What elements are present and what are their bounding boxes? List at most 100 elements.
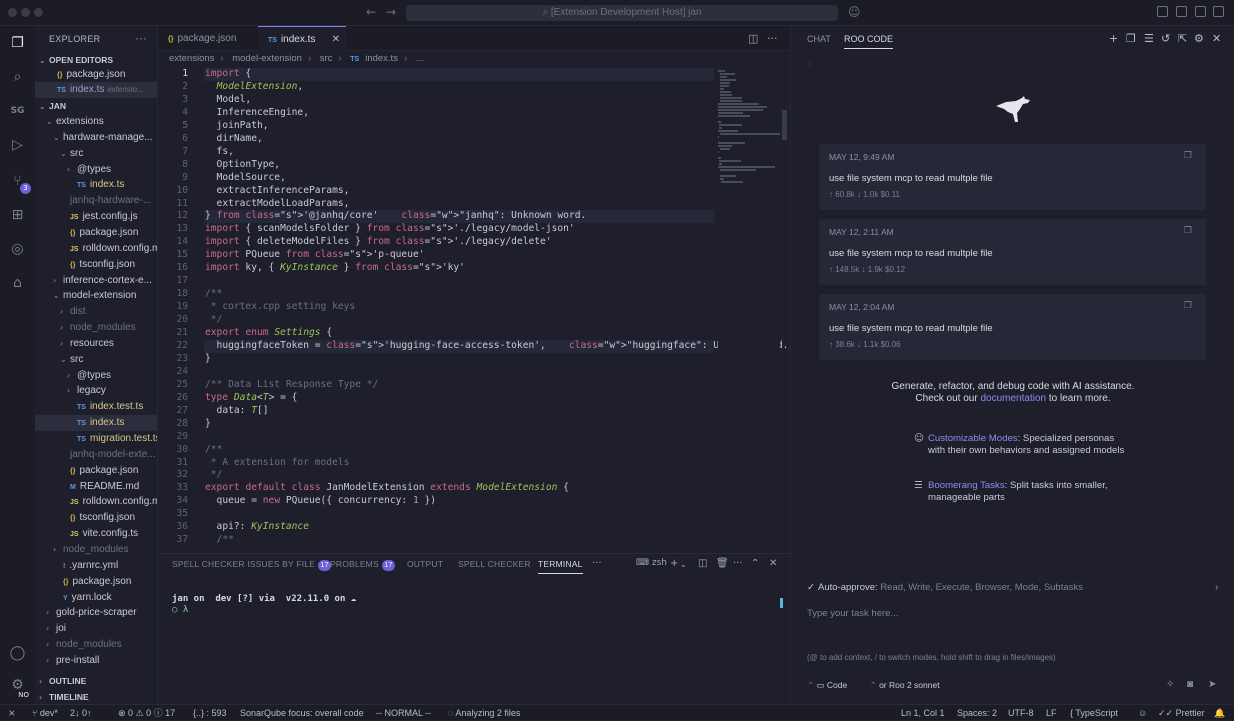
tree-item[interactable]: JSrolldown.config.mjs (35, 494, 157, 510)
code-line[interactable]: Model, (205, 94, 252, 105)
code-line[interactable]: huggingfaceToken = class="s">'hugging-fa… (205, 340, 789, 351)
outline-header[interactable]: › OUTLINE (35, 673, 157, 689)
tab-problems[interactable]: PROBLEMS 17 (330, 559, 395, 571)
indentation[interactable]: Spaces: 2 (957, 705, 997, 721)
auto-approve-row[interactable]: ✓ Auto-approve: Read, Write, Execute, Br… (807, 582, 1083, 593)
send-icon[interactable]: ➤ (1208, 679, 1216, 690)
mode-selector[interactable]: ⌃ ▭ Code (807, 680, 847, 690)
code-line[interactable]: data: T[] (205, 405, 269, 416)
settings-gear-icon[interactable]: ⚙ (1194, 32, 1204, 45)
model-selector[interactable]: ⌃ or Roo 2 sonnet (870, 680, 940, 690)
code-line[interactable]: import { (205, 68, 251, 79)
code-line[interactable]: ModelExtension, (205, 81, 304, 92)
open-in-editor-icon[interactable]: ⇱ (1178, 32, 1187, 45)
copy-icon[interactable]: ❐ (1184, 151, 1192, 161)
tab-output[interactable]: OUTPUT (407, 559, 443, 569)
tree-item[interactable]: › node_modules (35, 542, 157, 558)
tree-item[interactable]: TS index.ts (35, 415, 157, 432)
code-line[interactable]: joinPath, (205, 120, 269, 131)
chevron-down-icon[interactable]: ⌄ (680, 560, 687, 569)
tree-item[interactable]: TS migration.test.ts (35, 431, 157, 447)
tree-item[interactable]: {} tsconfig.json (35, 510, 157, 526)
breadcrumb-item[interactable]: ... (416, 53, 424, 64)
tree-item[interactable]: › node_modules (35, 637, 157, 653)
task-history-item[interactable]: MAY 12, 2:04 AM ❐ use file system mcp to… (819, 294, 1206, 360)
copilot-icon[interactable]: ☺ (848, 5, 861, 19)
code-line[interactable]: queue = new PQueue({ concurrency: 1 }) (205, 495, 437, 506)
copy-icon[interactable]: ❐ (1184, 301, 1192, 311)
notifications-bell-icon[interactable]: 🔔 (1214, 705, 1225, 721)
feature-link[interactable]: Boomerang Tasks (928, 480, 1005, 491)
documentation-link[interactable]: documentation (980, 393, 1046, 404)
tree-item[interactable]: › resources (35, 336, 157, 352)
close-icon[interactable]: ✕ (769, 558, 777, 569)
tree-item[interactable]: {} package.json (35, 225, 157, 241)
tree-item[interactable]: › @types (35, 368, 157, 384)
task-history-item[interactable]: MAY 12, 9:49 AM ❐ use file system mcp to… (819, 144, 1206, 210)
checkmark-icon[interactable]: ✓ (807, 582, 818, 593)
editor-scrollbar[interactable] (782, 110, 787, 140)
breadcrumb-item[interactable]: extensions (169, 53, 214, 64)
open-editor-item[interactable]: {} package.json (35, 67, 157, 83)
search-icon[interactable]: ⌕ (8, 68, 27, 87)
tab-roo-code[interactable]: ROO CODE (844, 34, 894, 49)
code-line[interactable]: /** Data List Response Type */ (205, 379, 378, 390)
more-actions-icon[interactable]: ··· (767, 32, 778, 45)
mcp-servers-icon[interactable]: ☰ (1144, 32, 1154, 45)
enhance-prompt-icon[interactable]: ✧ (1166, 679, 1174, 690)
camera-icon[interactable]: ◙ (1187, 679, 1193, 690)
tree-item[interactable]: › @types (35, 162, 157, 178)
source-control-icon[interactable]: ⑂ 3 (8, 172, 31, 194)
more-actions-icon[interactable]: ··· (592, 558, 602, 569)
code-line[interactable]: * cortex.cpp setting keys (205, 301, 355, 312)
toggle-secondary-sidebar-icon[interactable] (1213, 6, 1224, 17)
tree-item[interactable]: M README.md (35, 479, 157, 495)
task-input[interactable]: Type your task here... (801, 602, 1225, 680)
remote-icon[interactable]: ◎ (8, 240, 27, 259)
code-line[interactable]: OptionType, (205, 159, 281, 170)
sonarlint-icon[interactable]: SG (8, 102, 27, 121)
code-line[interactable]: api?: KyInstance (205, 521, 309, 532)
new-task-icon[interactable]: + (1109, 32, 1118, 45)
new-terminal-icon[interactable]: + (670, 558, 678, 569)
code-line[interactable]: import PQueue from class="s">'p-queue' (205, 249, 425, 260)
code-line[interactable]: extractModelLoadParams, (205, 198, 350, 209)
zoom-window-button[interactable] (34, 8, 43, 17)
tab-package-json[interactable]: {} package.json (158, 26, 256, 51)
copilot-status-icon[interactable]: ☺ (1138, 705, 1147, 721)
breadcrumb-item[interactable]: src (320, 53, 333, 64)
sonarqube-focus[interactable]: SonarQube focus: overall code (240, 705, 364, 721)
tree-item[interactable]: TS index.test.ts (35, 399, 157, 415)
tree-item[interactable]: JS jest.config.js (35, 209, 157, 225)
more-actions-icon[interactable]: ··· (135, 31, 147, 45)
tree-item[interactable]: ⌄ src (35, 146, 157, 162)
tree-item[interactable]: {} tsconfig.json (35, 257, 157, 273)
code-line[interactable]: */ (205, 469, 223, 480)
minimize-window-button[interactable] (21, 8, 30, 17)
close-window-button[interactable] (8, 8, 17, 17)
split-terminal-icon[interactable]: ◫ (698, 558, 707, 569)
code-line[interactable]: export enum Settings { (205, 327, 332, 338)
open-editors-header[interactable]: ⌄ OPEN EDITORS (35, 52, 157, 68)
toggle-sidebar-icon[interactable] (1176, 6, 1187, 17)
tree-item[interactable]: ⌄ hardware-manage... (35, 130, 157, 146)
tree-item[interactable]: › joi (35, 621, 157, 637)
terminal-shell-selector[interactable]: ⌨ zsh (636, 558, 667, 568)
chevron-right-icon[interactable]: › (1215, 582, 1218, 593)
task-history-item[interactable]: MAY 12, 2:11 AM ❐ use file system mcp to… (819, 219, 1206, 285)
code-line[interactable]: import ky, { KyInstance } from class="s"… (205, 262, 465, 273)
code-line[interactable]: ModelSource, (205, 172, 286, 183)
code-line[interactable]: InferenceEngine, (205, 107, 309, 118)
code-line[interactable]: /** (205, 444, 222, 455)
encoding[interactable]: UTF-8 (1008, 705, 1034, 721)
tree-item[interactable]: › gold-price-scraper (35, 605, 157, 621)
toggle-panel-icon[interactable] (1195, 6, 1206, 17)
code-line[interactable]: import { deleteModelFiles } from class="… (205, 236, 552, 247)
tree-item[interactable]: TS index.ts (35, 177, 157, 193)
breadcrumb-item[interactable]: index.ts (365, 53, 398, 64)
back-arrow-icon[interactable]: ← (366, 5, 376, 19)
feature-link[interactable]: Customizable Modes (928, 433, 1018, 444)
timeline-header[interactable]: › TIMELINE (35, 689, 157, 704)
open-editor-item[interactable]: TS index.ts extensio... (35, 82, 157, 98)
code-line[interactable]: */ (205, 314, 223, 325)
